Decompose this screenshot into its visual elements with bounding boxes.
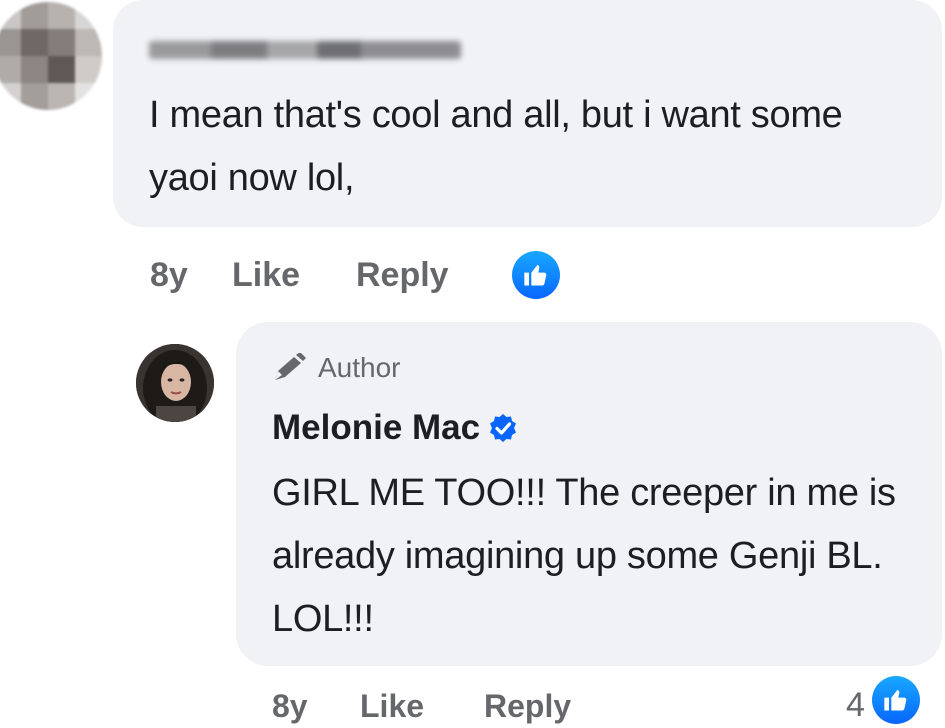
reply-reply-button[interactable]: Reply bbox=[484, 688, 571, 725]
pencil-icon bbox=[272, 353, 308, 383]
reaction-badge[interactable] bbox=[508, 247, 564, 303]
comment-text: I mean that's cool and all, but i want s… bbox=[149, 94, 843, 199]
comment-timestamp[interactable]: 8y bbox=[150, 256, 232, 295]
author-name[interactable]: Melonie Mac bbox=[272, 408, 480, 448]
reply-bubble: Author Melonie Mac GIRL ME TOO!!! The cr… bbox=[236, 322, 942, 666]
comment-bubble: I mean that's cool and all, but i want s… bbox=[113, 0, 942, 227]
comment-actions: 8y Like Reply bbox=[150, 247, 564, 303]
verified-badge-icon bbox=[488, 413, 518, 443]
like-button[interactable]: Like bbox=[232, 256, 356, 295]
like-icon bbox=[512, 251, 560, 299]
reply-like-button[interactable]: Like bbox=[360, 688, 484, 725]
reply-actions: 8y Like Reply bbox=[272, 688, 571, 725]
reaction-count[interactable]: 4 bbox=[846, 686, 865, 725]
author-name-row: Melonie Mac bbox=[272, 408, 518, 448]
like-icon bbox=[872, 676, 920, 724]
reply-reaction-badge[interactable] bbox=[868, 672, 924, 728]
author-avatar[interactable] bbox=[136, 344, 214, 422]
commenter-avatar[interactable] bbox=[0, 2, 102, 110]
author-badge-label: Author bbox=[318, 352, 401, 383]
reply-timestamp[interactable]: 8y bbox=[272, 688, 360, 725]
reply-text: GIRL ME TOO!!! The creeper in me is alre… bbox=[272, 472, 896, 640]
author-badge: Author bbox=[272, 352, 401, 384]
redacted-commenter-name[interactable] bbox=[149, 33, 461, 63]
reply-button[interactable]: Reply bbox=[356, 256, 508, 295]
